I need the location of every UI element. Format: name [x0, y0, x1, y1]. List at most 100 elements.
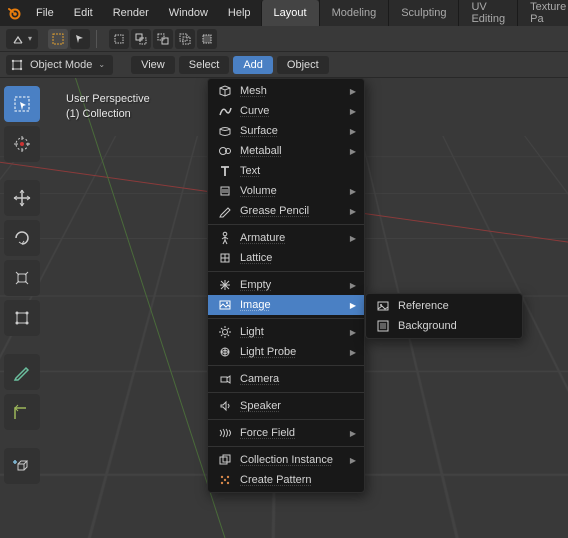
menu-item-label: Curve	[240, 105, 342, 117]
menu-separator	[208, 392, 364, 393]
menu-item-label: Speaker	[240, 400, 356, 412]
light-icon	[218, 325, 232, 339]
cursor-tool-icon[interactable]	[70, 29, 90, 49]
image-submenu: Reference Background	[365, 293, 523, 339]
volume-icon	[218, 184, 232, 198]
tab-layout[interactable]: Layout	[261, 0, 319, 26]
mode-dropdown[interactable]: Object Mode ⌄	[6, 55, 113, 75]
add-menu-item-lattice[interactable]: Lattice	[208, 248, 364, 268]
menu-item-label: Camera	[240, 373, 356, 385]
add-menu-item-mesh[interactable]: Mesh ▶	[208, 81, 364, 101]
metaball-icon	[218, 144, 232, 158]
tool-rotate[interactable]	[4, 220, 40, 256]
add-menu-item-text[interactable]: Text	[208, 161, 364, 181]
tool-measure[interactable]	[4, 394, 40, 430]
chevron-right-icon: ▶	[350, 456, 356, 465]
tool-scale[interactable]	[4, 260, 40, 296]
menu-item-label: Metaball	[240, 145, 342, 157]
armature-icon	[218, 231, 232, 245]
select-extend-icon[interactable]	[131, 29, 151, 49]
menu-edit[interactable]: Edit	[64, 3, 103, 23]
select-tool-box-icon[interactable]	[48, 29, 68, 49]
menu-item-label: Text	[240, 165, 356, 177]
lattice-icon	[218, 251, 232, 265]
chevron-right-icon: ▶	[350, 187, 356, 196]
header-object-button[interactable]: Object	[277, 56, 329, 74]
pattern-icon	[218, 473, 232, 487]
viewport-3d[interactable]: User Perspective (1) Collection	[0, 78, 568, 538]
select-invert-icon[interactable]	[197, 29, 217, 49]
chevron-right-icon: ▶	[350, 429, 356, 438]
menu-separator	[208, 224, 364, 225]
tab-texture-paint[interactable]: Texture Pa	[517, 0, 568, 26]
menu-render[interactable]: Render	[103, 3, 159, 23]
menu-item-label: Empty	[240, 279, 342, 291]
chevron-right-icon: ▶	[350, 234, 356, 243]
add-menu-item-light-probe[interactable]: Light Probe ▶	[208, 342, 364, 362]
add-menu-item-armature[interactable]: Armature ▶	[208, 228, 364, 248]
add-menu-item-create-pattern[interactable]: Create Pattern	[208, 470, 364, 490]
add-menu-item-collection-instance[interactable]: Collection Instance ▶	[208, 450, 364, 470]
add-menu-item-camera[interactable]: Camera	[208, 369, 364, 389]
gpencil-icon	[218, 204, 232, 218]
select-intersect-icon[interactable]	[175, 29, 195, 49]
header-view-button[interactable]: View	[131, 56, 175, 74]
menu-item-label: Force Field	[240, 427, 342, 439]
orientation-dropdown[interactable]: ▾	[6, 29, 38, 49]
viewport-overlay-text: User Perspective (1) Collection	[66, 92, 150, 122]
tab-sculpting[interactable]: Sculpting	[388, 0, 458, 26]
image-submenu-item-reference[interactable]: Reference	[366, 296, 522, 316]
add-menu-item-grease-pencil[interactable]: Grease Pencil ▶	[208, 201, 364, 221]
chevron-right-icon: ▶	[350, 127, 356, 136]
menu-item-label: Grease Pencil	[240, 205, 342, 217]
empty-icon	[218, 278, 232, 292]
add-menu-item-empty[interactable]: Empty ▶	[208, 275, 364, 295]
viewport-header: Object Mode ⌄ View Select Add Object	[0, 52, 568, 78]
menu-window[interactable]: Window	[159, 3, 218, 23]
add-menu-item-force-field[interactable]: Force Field ▶	[208, 423, 364, 443]
menu-separator	[208, 318, 364, 319]
tab-uv-editing[interactable]: UV Editing	[458, 0, 517, 26]
add-menu-item-speaker[interactable]: Speaker	[208, 396, 364, 416]
menu-item-label: Create Pattern	[240, 474, 356, 486]
image-icon	[218, 298, 232, 312]
tool-add-cube[interactable]	[4, 448, 40, 484]
tool-select-box[interactable]	[4, 86, 40, 122]
tab-modeling[interactable]: Modeling	[319, 0, 389, 26]
add-menu-item-light[interactable]: Light ▶	[208, 322, 364, 342]
menu-help[interactable]: Help	[218, 3, 261, 23]
header-select-button[interactable]: Select	[179, 56, 230, 74]
select-subtract-icon[interactable]	[153, 29, 173, 49]
top-menubar: File Edit Render Window Help Layout Mode…	[0, 0, 568, 26]
add-menu-item-volume[interactable]: Volume ▶	[208, 181, 364, 201]
add-menu-item-curve[interactable]: Curve ▶	[208, 101, 364, 121]
left-toolbar	[4, 86, 42, 484]
image-submenu-item-background[interactable]: Background	[366, 316, 522, 336]
select-new-icon[interactable]	[109, 29, 129, 49]
curve-icon	[218, 104, 232, 118]
tool-move[interactable]	[4, 180, 40, 216]
menu-item-label: Mesh	[240, 85, 342, 97]
menu-file[interactable]: File	[26, 3, 64, 23]
tool-transform[interactable]	[4, 300, 40, 336]
header-add-button[interactable]: Add	[233, 56, 273, 74]
menu-item-label: Light Probe	[240, 346, 342, 358]
tool-annotate[interactable]	[4, 354, 40, 390]
overlay-perspective: User Perspective	[66, 92, 150, 107]
chevron-right-icon: ▶	[350, 281, 356, 290]
mesh-icon	[218, 84, 232, 98]
tool-cursor[interactable]	[4, 126, 40, 162]
menu-item-label: Lattice	[240, 252, 356, 264]
chevron-right-icon: ▶	[350, 147, 356, 156]
force-icon	[218, 426, 232, 440]
add-menu-item-metaball[interactable]: Metaball ▶	[208, 141, 364, 161]
menu-item-label: Image	[240, 299, 342, 311]
blender-logo-icon	[6, 5, 22, 21]
chevron-right-icon: ▶	[350, 348, 356, 357]
chevron-right-icon: ▶	[350, 107, 356, 116]
camera-icon	[218, 372, 232, 386]
add-menu-item-image[interactable]: Image ▶	[208, 295, 364, 315]
add-menu-item-surface[interactable]: Surface ▶	[208, 121, 364, 141]
mode-label: Object Mode	[30, 59, 92, 71]
tool-row: ▾	[0, 26, 568, 52]
